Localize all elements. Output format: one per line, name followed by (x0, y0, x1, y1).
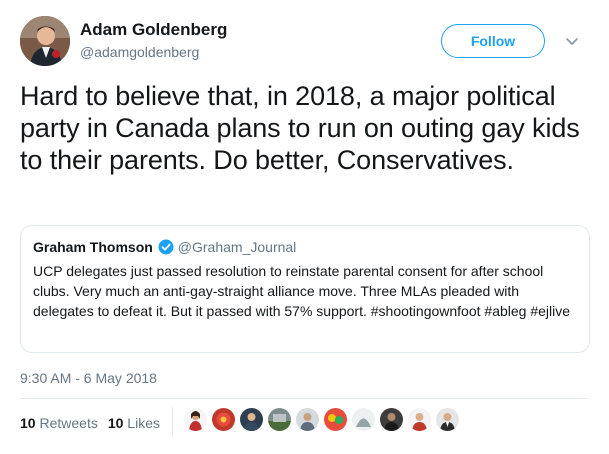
quoted-author-name: Graham Thomson (33, 239, 153, 255)
chevron-down-icon[interactable] (565, 34, 579, 48)
tweet-text: Hard to believe that, in 2018, a major p… (20, 81, 580, 175)
divider (20, 398, 590, 399)
quoted-tweet[interactable]: Graham Thomson @Graham_Journal UCP deleg… (20, 225, 590, 353)
liker-avatar[interactable] (184, 408, 207, 431)
liker-avatar[interactable] (408, 408, 431, 431)
liker-avatar[interactable] (324, 408, 347, 431)
liker-avatar[interactable] (212, 408, 235, 431)
follow-button[interactable]: Follow (441, 24, 545, 58)
author-info: Adam Goldenberg @adamgoldenberg (80, 20, 227, 61)
retweets-count: 10 (20, 415, 36, 431)
liker-avatar[interactable] (240, 408, 263, 431)
quoted-tweet-header: Graham Thomson @Graham_Journal (33, 238, 577, 256)
quoted-tweet-text: UCP delegates just passed resolution to … (33, 263, 571, 319)
engagement-stats: 10 Retweets 10 Likes (20, 414, 160, 432)
liker-avatar[interactable] (380, 408, 403, 431)
author-handle[interactable]: @adamgoldenberg (80, 43, 227, 61)
liker-avatar[interactable] (436, 408, 459, 431)
retweets-label: Retweets (39, 415, 98, 431)
likes-stat[interactable]: 10 Likes (108, 414, 160, 432)
stats-divider (172, 407, 173, 437)
likes-label: Likes (127, 415, 160, 431)
liker-avatar[interactable] (352, 408, 375, 431)
retweets-stat[interactable]: 10 Retweets (20, 414, 98, 432)
tweet-timestamp[interactable]: 9:30 AM - 6 May 2018 (20, 369, 157, 387)
liker-avatar[interactable] (268, 408, 291, 431)
likes-count: 10 (107, 415, 124, 431)
verified-badge-icon (158, 239, 174, 255)
liker-avatars (184, 408, 459, 431)
author-avatar[interactable] (20, 16, 70, 66)
quoted-author-handle: @Graham_Journal (177, 239, 297, 255)
author-name[interactable]: Adam Goldenberg (80, 20, 227, 40)
liker-avatar[interactable] (296, 408, 319, 431)
